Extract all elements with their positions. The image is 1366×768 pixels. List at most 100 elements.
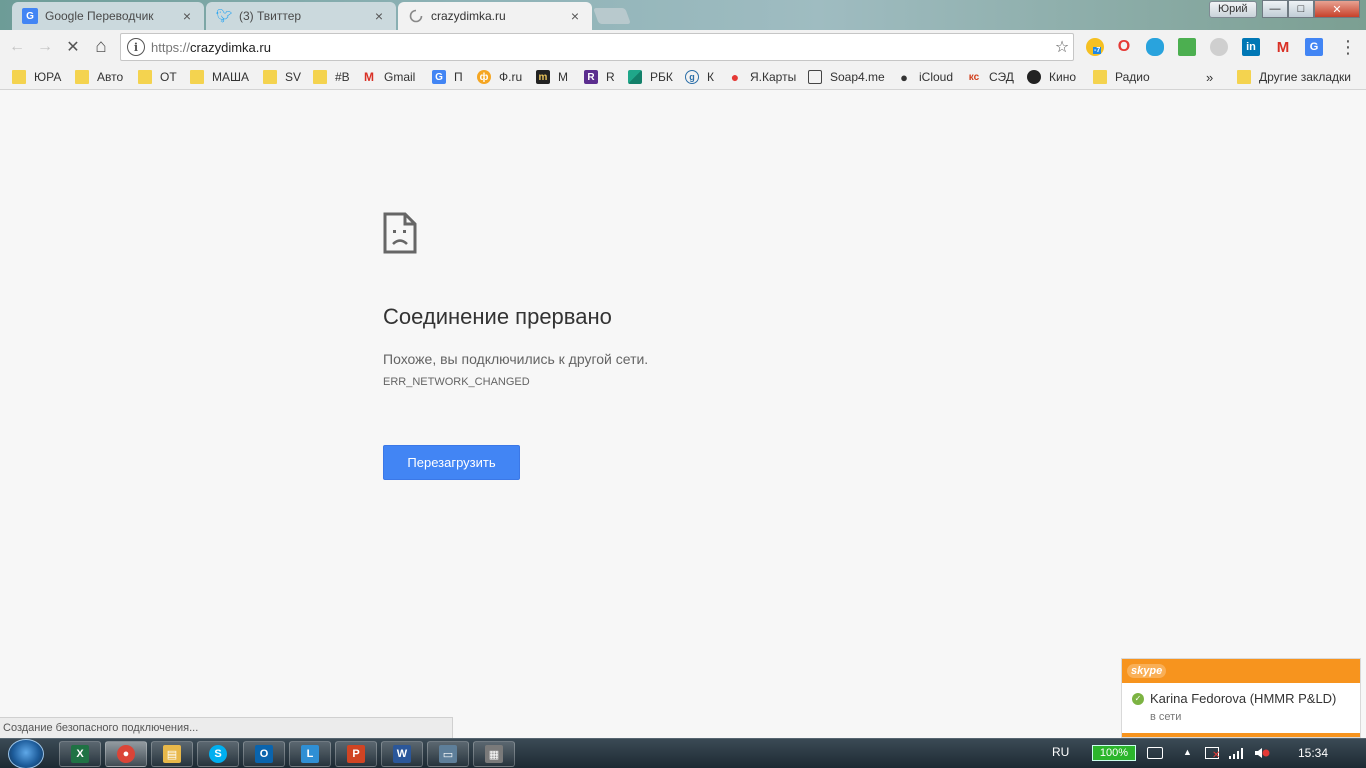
tab-twitter[interactable]: 🐦︎ (3) Твиттер × [206, 2, 396, 30]
url-text[interactable]: https://crazydimka.ru [151, 40, 1051, 55]
folder-icon: ▤ [163, 745, 181, 763]
taskbar-app-outlook[interactable]: O [243, 741, 285, 767]
profile-button[interactable]: Юрий [1209, 1, 1257, 18]
bookmark-label: iCloud [919, 70, 954, 84]
folder-icon [1237, 70, 1251, 84]
map-pin-icon: ● [730, 69, 740, 85]
skype-accent-bar [1122, 733, 1360, 737]
bookmark-icloud[interactable]: ● iCloud [897, 68, 953, 86]
bookmark-r[interactable]: RR [584, 68, 615, 86]
address-bar[interactable]: i https://crazydimka.ru ☆ [120, 33, 1074, 61]
minimize-button[interactable]: — [1262, 0, 1288, 18]
skype-notification[interactable]: skype ✓ Karina Fedorova (HMMR P&LD) в се… [1121, 658, 1361, 738]
tab-google-translate[interactable]: G Google Переводчик × [12, 2, 204, 30]
bookmark-radio[interactable]: Радио [1093, 68, 1150, 86]
extension-gray-icon[interactable] [1210, 38, 1228, 56]
skype-logo: skype [1127, 664, 1167, 678]
bookmark-label: Gmail [384, 70, 416, 84]
cloud-icon[interactable] [1146, 38, 1164, 56]
show-hidden-icons[interactable]: ▲ [1183, 747, 1192, 757]
tab-close-icon[interactable]: × [372, 8, 386, 24]
site-info-icon[interactable]: i [127, 38, 145, 56]
loading-spinner-icon [408, 8, 424, 24]
error-message: Похоже, вы подключились к другой сети. [383, 351, 649, 367]
bookmark-m[interactable]: mМ [536, 68, 568, 86]
tab-close-icon[interactable]: × [180, 8, 194, 24]
bookmark-star-icon[interactable]: ☆ [1051, 37, 1073, 57]
bookmark-sv[interactable]: SV [263, 68, 301, 86]
tab-label: crazydimka.ru [431, 9, 506, 23]
taskbar-app-calculator[interactable]: ▦ [473, 741, 515, 767]
taskbar-app-lync[interactable]: L [289, 741, 331, 767]
menu-icon[interactable]: ⋮ [1337, 36, 1359, 58]
new-tab-button[interactable] [593, 8, 631, 24]
bookmark-sed[interactable]: кс СЭД [967, 68, 1014, 86]
bookmark-translate[interactable]: GП [432, 68, 463, 86]
forward-button[interactable]: → [34, 36, 56, 58]
stop-button[interactable]: ✕ [62, 36, 84, 58]
opera-icon[interactable]: O [1115, 38, 1133, 56]
contact-status: в сети [1150, 711, 1182, 723]
maximize-button[interactable]: □ [1288, 0, 1314, 18]
window-icon: ▭ [439, 745, 457, 763]
weather-extension-icon[interactable]: -7 [1086, 38, 1104, 56]
tv-icon [808, 70, 822, 84]
bookmark-fru[interactable]: ф Ф.ru [477, 68, 522, 86]
taskbar-app-skype[interactable]: S [197, 741, 239, 767]
bookmark-label: РБК [650, 70, 673, 84]
bookmark-soap4me[interactable]: Soap4.me [808, 68, 885, 86]
taskbar-app-word[interactable]: W [381, 741, 423, 767]
bookmarks-overflow-button[interactable]: » [1206, 68, 1213, 86]
back-button[interactable]: ← [6, 36, 28, 58]
action-center-icon[interactable]: ✕ [1205, 747, 1220, 761]
volume-muted-icon[interactable] [1254, 747, 1270, 762]
skype-icon: S [209, 745, 227, 763]
gmail-icon: M [364, 70, 374, 84]
tab-crazydimka[interactable]: crazydimka.ru × [398, 2, 592, 30]
bookmark-label: П [454, 70, 463, 84]
excel-icon: X [71, 745, 89, 763]
close-window-button[interactable]: ✕ [1314, 0, 1360, 18]
network-signal-icon[interactable] [1228, 747, 1244, 762]
bookmark-avto[interactable]: Авто [75, 68, 123, 86]
extension-green-icon[interactable] [1178, 38, 1196, 56]
bookmark-k[interactable]: gК [685, 68, 714, 86]
other-bookmarks[interactable]: Другие закладки [1237, 68, 1351, 86]
start-button[interactable] [8, 739, 44, 768]
translate-icon: G [432, 70, 446, 84]
bookmark-ot[interactable]: ОТ [138, 68, 177, 86]
bookmark-rbk[interactable]: РБК [628, 68, 673, 86]
url-host: crazydimka.ru [190, 39, 271, 55]
taskbar-app-explorer[interactable]: ▤ [151, 741, 193, 767]
browser-toolbar: ← → ✕ ⌂ i https://crazydimka.ru ☆ -7 O i… [0, 30, 1366, 64]
bookmark-masha[interactable]: МАША [190, 68, 249, 86]
skype-contact-row: ✓ Karina Fedorova (HMMR P&LD) [1132, 691, 1336, 706]
taskbar: X ● ▤ S O L P W ▭ ▦ RU 100% ▲ ✕ 15:34 [0, 738, 1366, 768]
bookmark-b[interactable]: #B [313, 68, 350, 86]
taskbar-app-window[interactable]: ▭ [427, 741, 469, 767]
taskbar-app-powerpoint[interactable]: P [335, 741, 377, 767]
battery-indicator[interactable]: 100% [1092, 745, 1136, 761]
title-bar: G Google Переводчик × 🐦︎ (3) Твиттер × c… [0, 0, 1366, 30]
tab-close-icon[interactable]: × [568, 8, 582, 24]
error-title: Соединение прервано [383, 304, 612, 329]
language-indicator[interactable]: RU [1052, 745, 1069, 759]
bookmark-kino[interactable]: Кино [1027, 68, 1076, 86]
lync-icon: L [301, 745, 319, 763]
bookmark-label: Soap4.me [830, 70, 885, 84]
power-plug-icon[interactable] [1147, 747, 1163, 759]
taskbar-app-excel[interactable]: X [59, 741, 101, 767]
taskbar-app-chrome[interactable]: ● [105, 741, 147, 767]
bookmark-gmail[interactable]: M Gmail [362, 68, 415, 86]
bookmark-yakarty[interactable]: ● Я.Карты [728, 68, 796, 86]
reload-button[interactable]: Перезагрузить [383, 445, 520, 480]
bookmark-label: Я.Карты [750, 70, 797, 84]
bookmark-yura[interactable]: ЮРА [12, 68, 61, 86]
folder-icon [190, 70, 204, 84]
linkedin-icon[interactable]: in [1242, 38, 1260, 56]
clock[interactable]: 15:34 [1298, 746, 1328, 760]
gmail-ext-icon[interactable]: M [1274, 38, 1292, 56]
bookmark-label: МАША [212, 70, 250, 84]
home-button[interactable]: ⌂ [90, 36, 112, 58]
translate-ext-icon[interactable]: G [1305, 38, 1323, 56]
